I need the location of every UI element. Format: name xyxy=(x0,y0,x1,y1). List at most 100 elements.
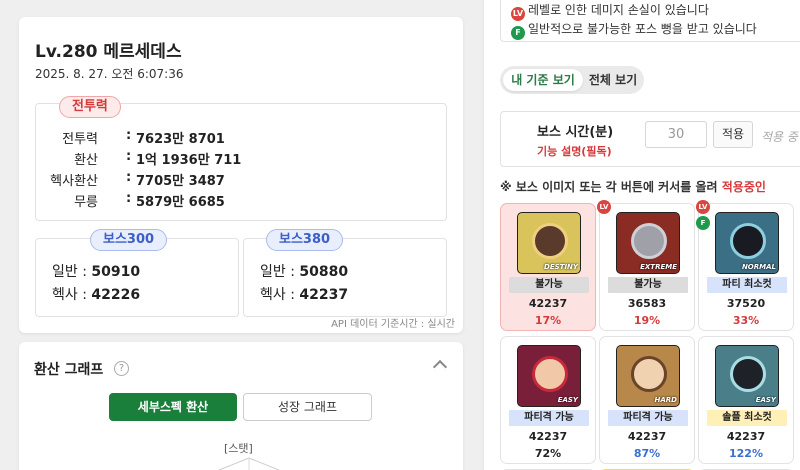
cp-row-mureung: 무릉 : 5879만 6685 xyxy=(36,191,446,212)
cp-row-converted: 환산 : 1억 1936만 711 xyxy=(36,149,446,170)
boss-number: 42237 xyxy=(528,430,568,443)
applying-status: 적용 중 xyxy=(761,130,798,144)
boss300-hexa-value: 42226 xyxy=(91,287,141,303)
boss-time-box: 보스 시간(분) 기능 설명(필독) 적용 적용 중 xyxy=(500,111,800,167)
boss380-normal-label: 일반 : xyxy=(260,264,295,280)
cp-row-combat: 전투력 : 7623만 8701 xyxy=(36,128,446,149)
boss-image[interactable]: DESTINY xyxy=(517,212,581,274)
cp-colon: : xyxy=(126,170,132,185)
view-mine-tab[interactable]: 내 기준 보기 xyxy=(503,69,583,91)
notice-level: LV 레벨로 인한 데미지 손실이 있습니다 xyxy=(511,1,709,21)
view-toggle: 내 기준 보기 전체 보기 xyxy=(500,66,644,94)
difficulty-label: EASY xyxy=(557,396,578,404)
boss-face xyxy=(631,356,667,392)
boss380-hexa-value: 42237 xyxy=(299,287,349,303)
apply-button[interactable]: 적용 xyxy=(713,121,753,148)
boss380-hexa: 헥사 : 42237 xyxy=(260,284,348,304)
notice-force-text: 일반적으로 불가능한 포스 뻥을 받고 있습니다 xyxy=(528,22,757,36)
boss380-normal-value: 50880 xyxy=(299,264,349,280)
boss-face xyxy=(532,223,568,259)
cp-value: 7623만 8701 xyxy=(136,132,225,147)
boss-number: 36583 xyxy=(627,297,667,310)
boss-image[interactable]: EASY xyxy=(715,345,779,407)
feature-help-link[interactable]: 기능 설명(필독) xyxy=(537,143,612,159)
boss-percent: 72% xyxy=(534,447,562,460)
graph-title: 환산 그래프 xyxy=(34,362,104,378)
character-title: Lv.280 메르세데스 xyxy=(35,42,182,62)
force-warning-icon: F xyxy=(696,216,710,230)
view-all-tab[interactable]: 전체 보기 xyxy=(586,69,640,91)
boss-image[interactable]: HARD xyxy=(616,345,680,407)
boss300-normal-value: 50910 xyxy=(91,264,141,280)
boss-tile[interactable]: LV F NORMAL 파티 최소컷 37520 33% xyxy=(696,200,794,331)
chevron-up-icon[interactable] xyxy=(432,359,448,375)
cp-value: 5879만 6685 xyxy=(136,195,225,210)
cp-label: 무릉 xyxy=(74,195,98,210)
boss-tile[interactable]: EASY 파티격 가능 42237 72% xyxy=(500,336,596,464)
boss-tile[interactable]: EASY 솔플 최소컷 42237 122% xyxy=(698,336,794,464)
difficulty-label: EXTREME xyxy=(640,263,677,271)
boss-status[interactable]: 불가능 xyxy=(509,277,589,293)
boss-number: 42237 xyxy=(627,430,667,443)
difficulty-label: DESTINY xyxy=(544,263,578,271)
help-icon[interactable]: ? xyxy=(114,361,129,376)
level-warning-icon: LV xyxy=(696,200,710,214)
difficulty-label: HARD xyxy=(654,396,677,404)
boss380-hexa-label: 헥사 : xyxy=(260,287,295,303)
boss-status[interactable]: 파티격 가능 xyxy=(608,410,688,426)
cp-colon: : xyxy=(126,149,132,164)
boss380-normal: 일반 : 50880 xyxy=(260,261,348,281)
boss-tile[interactable]: DESTINY 불가능 42237 17% xyxy=(500,203,596,331)
boss-tile[interactable]: HARD 파티격 가능 42237 87% xyxy=(599,336,695,464)
cp-label: 환산 xyxy=(74,153,98,168)
boss-panel: LV 레벨로 인한 데미지 손실이 있습니다 F 일반적으로 불가능한 포스 뻥을 … xyxy=(484,0,800,470)
cp-colon: : xyxy=(126,191,132,206)
boss-status[interactable]: 파티격 가능 xyxy=(509,410,589,426)
boss-image[interactable]: NORMAL xyxy=(715,212,779,274)
boss380-box: 보스380 일반 : 50880 헥사 : 42237 xyxy=(243,229,447,317)
boss-number: 42237 xyxy=(528,297,568,310)
character-date: 2025. 8. 27. 오전 6:07:36 xyxy=(35,67,184,81)
api-time-note: API 데이터 기준시간 : 실시간 xyxy=(331,319,455,330)
level-warning-icon: LV xyxy=(511,7,525,21)
boss-face xyxy=(730,356,766,392)
detail-spec-button[interactable]: 세부스펙 환산 xyxy=(109,393,237,421)
boss300-box: 보스300 일반 : 50910 헥사 : 42226 xyxy=(35,229,239,317)
difficulty-label: EASY xyxy=(755,396,776,404)
boss380-pill: 보스380 xyxy=(266,229,344,251)
boss-time-input[interactable] xyxy=(645,121,707,148)
cp-value: 1억 1936만 711 xyxy=(136,153,242,168)
cp-row-hexa: 헥사환산 : 7705만 3487 xyxy=(36,170,446,191)
boss300-pill: 보스300 xyxy=(90,229,168,251)
notice-force: F 일반적으로 불가능한 포스 뻥을 받고 있습니다 xyxy=(511,20,757,40)
hover-note-text: ※ 보스 이미지 또는 각 버튼에 커서를 올려 xyxy=(500,180,722,194)
combat-power-pill: 전투력 xyxy=(59,96,121,118)
cp-value: 7705만 3487 xyxy=(136,174,225,189)
cp-colon: : xyxy=(126,128,132,143)
boss-face xyxy=(631,223,667,259)
notice-box: LV 레벨로 인한 데미지 손실이 있습니다 F 일반적으로 불가능한 포스 뻥을 … xyxy=(500,0,800,42)
boss-time-title: 보스 시간(분) xyxy=(537,125,614,140)
boss-percent: 17% xyxy=(534,314,562,327)
boss-status[interactable]: 파티 최소컷 xyxy=(707,277,787,293)
boss300-normal-label: 일반 : xyxy=(52,264,87,280)
boss-image[interactable]: EXTREME xyxy=(616,212,680,274)
boss-percent: 87% xyxy=(633,447,661,460)
level-warning-icon: LV xyxy=(597,200,611,214)
boss-status[interactable]: 불가능 xyxy=(608,277,688,293)
growth-graph-button[interactable]: 성장 그래프 xyxy=(243,393,372,421)
character-card: Lv.280 메르세데스 2025. 8. 27. 오전 6:07:36 전투력… xyxy=(19,17,463,333)
boss-image[interactable]: EASY xyxy=(517,345,581,407)
boss300-hexa: 헥사 : 42226 xyxy=(52,284,140,304)
boss-number: 37520 xyxy=(726,297,766,310)
difficulty-label: NORMAL xyxy=(741,263,776,271)
boss-percent: 122% xyxy=(729,447,763,460)
boss-status[interactable]: 솔플 최소컷 xyxy=(707,410,787,426)
radar-stat-label: [스탯] xyxy=(224,442,253,455)
hover-note: ※ 보스 이미지 또는 각 버튼에 커서를 올려 적용중인 xyxy=(500,178,766,195)
boss-tile[interactable]: LV EXTREME 불가능 36583 19% xyxy=(597,200,695,331)
conversion-graph-card: 환산 그래프 ? 세부스펙 환산 성장 그래프 [스탯] xyxy=(19,342,463,470)
cp-label: 헥사환산 xyxy=(50,174,98,189)
force-warning-icon: F xyxy=(511,26,525,40)
boss-face xyxy=(532,356,568,392)
